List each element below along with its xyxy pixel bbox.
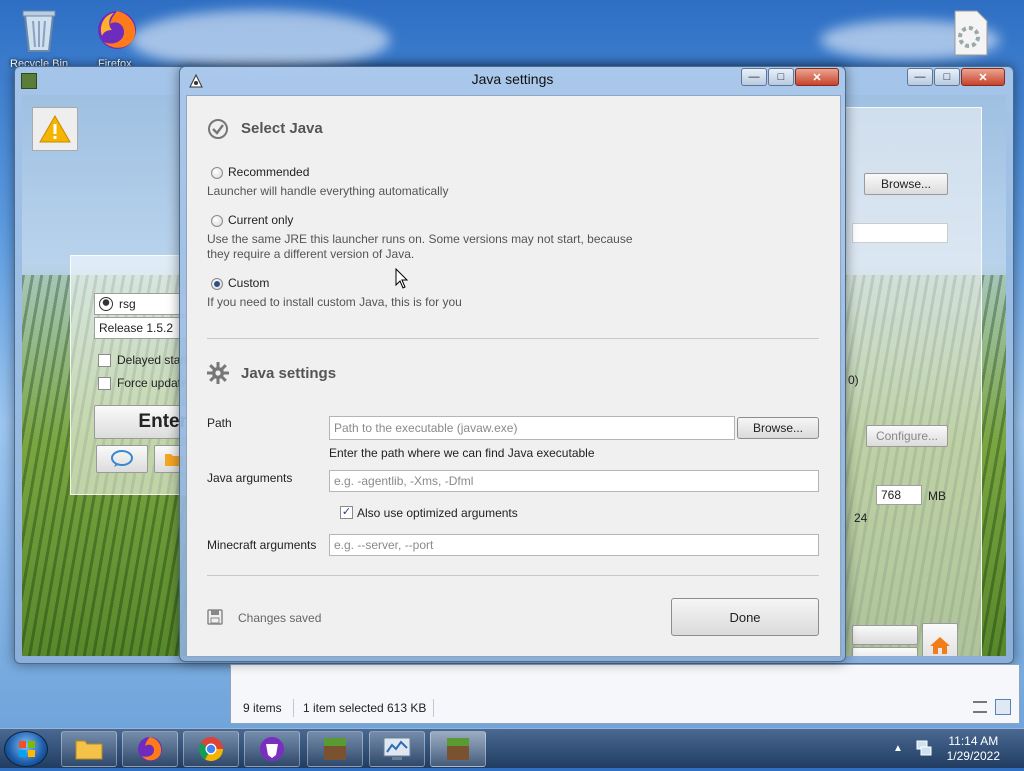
show-hidden-icons[interactable]: ▲ [893, 743, 903, 754]
path-label: Path [207, 416, 232, 430]
user-icon [99, 297, 113, 311]
divider-2 [207, 575, 819, 576]
java-args-placeholder: e.g. -agentlib, -Xms, -Dfml [334, 474, 474, 488]
grass-block-icon [447, 738, 469, 760]
bottom-button-1[interactable] [852, 625, 918, 645]
chat-button[interactable] [96, 445, 148, 473]
memory-field[interactable]: 768 [876, 485, 922, 505]
check-circle-icon [208, 119, 228, 139]
home-icon [930, 637, 950, 654]
java-args-label: Java arguments [207, 471, 293, 485]
recommended-desc: Launcher will handle everything automati… [207, 184, 449, 198]
taskbar-clock[interactable]: 11:14 AM 1/29/2022 [947, 734, 1000, 764]
username-value: rsg [119, 297, 136, 311]
delayed-start-checkbox[interactable] [98, 353, 111, 367]
current-only-desc: Use the same JRE this launcher runs on. … [207, 232, 633, 261]
delayed-start-row[interactable]: Delayed start [98, 353, 188, 367]
dialog-maximize-button[interactable]: □ [768, 68, 794, 86]
warning-button[interactable] [32, 107, 78, 151]
dialog-minimize-button[interactable]: — [741, 68, 767, 86]
browse-button-bg[interactable]: Browse... [864, 173, 948, 195]
windows-logo-icon [19, 741, 35, 757]
taskbar-chrome[interactable] [183, 731, 239, 767]
maximize-button[interactable]: □ [934, 68, 960, 86]
bottom-button-2[interactable] [852, 647, 918, 656]
optimized-args-label[interactable]: Also use optimized arguments [357, 506, 518, 520]
mouse-cursor-icon [395, 268, 409, 289]
taskbar-minecraft-2[interactable] [430, 731, 486, 767]
select-java-heading: Select Java [241, 120, 323, 137]
partial-text-2: 24 [854, 511, 868, 525]
path-field-bg[interactable] [852, 223, 948, 243]
gear-icon [207, 362, 229, 384]
chrome-icon [198, 737, 223, 762]
explorer-status-bar: 9 items 1 item selected 613 KB [230, 664, 1020, 724]
memory-unit: MB [928, 489, 946, 503]
custom-label[interactable]: Custom [228, 276, 269, 290]
done-button[interactable]: Done [671, 598, 819, 636]
settings-file-icon[interactable] [944, 8, 994, 58]
chat-icon [111, 450, 133, 467]
taskbar-minecraft-1[interactable] [307, 731, 363, 767]
configure-button[interactable]: Configure... [866, 425, 948, 447]
monitor-icon [383, 737, 411, 760]
warning-icon [39, 114, 71, 143]
save-icon [207, 609, 223, 625]
details-view-icon[interactable] [973, 701, 987, 713]
clock-time: 11:14 AM [948, 734, 999, 748]
selected-size: 613 KB [387, 701, 427, 715]
delayed-start-label: Delayed start [117, 353, 188, 367]
grass-block-icon [324, 738, 346, 760]
custom-desc: If you need to install custom Java, this… [207, 295, 462, 309]
current-only-label[interactable]: Current only [228, 213, 293, 227]
dialog-client: Select Java Recommended Launcher will ha… [186, 95, 841, 657]
java-settings-heading: Java settings [241, 365, 337, 382]
firefox-icon [138, 737, 162, 761]
path-hint: Enter the path where we can find Java ex… [329, 446, 595, 460]
radio-custom[interactable] [211, 278, 223, 290]
taskbar-tlauncher[interactable] [244, 731, 300, 767]
recommended-label[interactable]: Recommended [228, 165, 309, 179]
close-button[interactable]: ✕ [961, 68, 1005, 86]
taskbar: ▲ 11:14 AM 1/29/2022 [0, 728, 1024, 768]
radio-recommended[interactable] [211, 167, 223, 179]
divider-1 [207, 338, 819, 339]
launcher-app-icon [21, 73, 37, 89]
path-input[interactable]: Path to the executable (javaw.exe) [329, 416, 735, 440]
minimize-button[interactable]: — [907, 68, 933, 86]
item-count: 9 items [243, 701, 282, 715]
selected-count: 1 item selected [303, 701, 384, 715]
network-icon[interactable] [915, 739, 933, 757]
version-value: Release 1.5.2 [99, 321, 174, 335]
recycle-bin-icon[interactable] [14, 4, 64, 54]
folder-icon [75, 740, 103, 760]
dialog-close-button[interactable]: ✕ [795, 68, 839, 86]
clock-date: 1/29/2022 [946, 749, 1000, 763]
status-text: Changes saved [238, 611, 322, 625]
radio-current-only[interactable] [211, 215, 223, 227]
java-args-input[interactable]: e.g. -agentlib, -Xms, -Dfml [329, 470, 819, 492]
firefox-desktop-icon[interactable] [92, 4, 142, 54]
java-settings-dialog: Java settings — □ ✕ Select Java Recommen… [179, 66, 846, 662]
taskbar-explorer[interactable] [61, 731, 117, 767]
optimized-args-checkbox[interactable]: ✓ [340, 506, 353, 519]
home-button[interactable] [922, 623, 958, 656]
taskbar-firefox[interactable] [122, 731, 178, 767]
path-browse-button[interactable]: Browse... [737, 417, 819, 439]
start-button[interactable] [4, 731, 48, 767]
taskbar-resource-monitor[interactable] [369, 731, 425, 767]
lion-icon [260, 737, 284, 761]
partial-text-1: 0) [848, 373, 859, 387]
mc-args-placeholder: e.g. --server, --port [334, 538, 434, 552]
preview-view-icon[interactable] [995, 699, 1011, 715]
mc-args-label: Minecraft arguments [207, 538, 317, 552]
path-placeholder: Path to the executable (javaw.exe) [334, 421, 518, 435]
force-update-row[interactable]: Force update [98, 376, 188, 390]
force-update-label: Force update [117, 376, 188, 390]
mc-args-input[interactable]: e.g. --server, --port [329, 534, 819, 556]
force-update-checkbox[interactable] [98, 376, 111, 390]
